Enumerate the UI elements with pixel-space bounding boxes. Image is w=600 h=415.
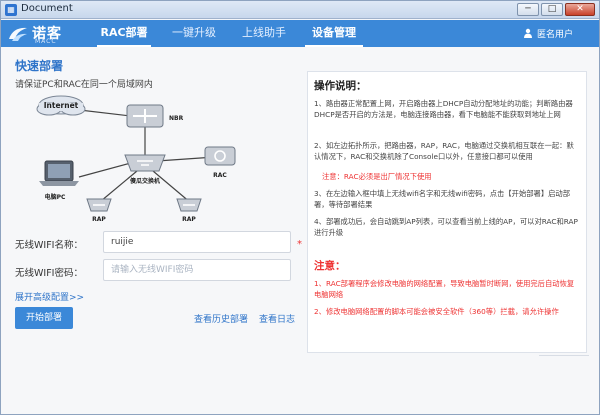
user-name: 匿名用户: [536, 30, 573, 40]
advanced-config-link[interactable]: 展开高级配置>>: [15, 290, 84, 303]
minimize-button[interactable]: ─: [517, 3, 539, 16]
instruction-step-1: 1、路由器正常配置上网，开启路由器上DHCP自动分配地址的功能；判断路由器DHC…: [314, 99, 573, 119]
start-deploy-button[interactable]: 开始部署: [15, 307, 73, 329]
user-menu[interactable]: 匿名用户: [523, 27, 573, 40]
maximize-button[interactable]: □: [541, 3, 563, 16]
top-nav: 诺客 MACC RAC部署 一键升级 上线助手 设备管理 匿名用户: [1, 20, 599, 47]
log-link[interactable]: 查看日志: [259, 312, 295, 325]
diagram-internet-label: Internet: [44, 101, 79, 110]
window-controls: ─ □ ✕: [517, 3, 595, 16]
attention-title: 注意：: [314, 260, 346, 272]
password-label: 无线WIFI密码：: [15, 268, 83, 279]
instructions-panel: 操作说明： 1、路由器正常配置上网，开启路由器上DHCP自动分配地址的功能；判断…: [307, 71, 587, 353]
section-title: 快速部署: [15, 59, 64, 73]
tab-rac-deploy[interactable]: RAC部署: [93, 20, 155, 47]
logo-mark-icon: [9, 27, 27, 41]
diagram-nbr-label: NBR: [169, 115, 184, 122]
required-mark: *: [297, 239, 302, 250]
app-window: ▦ Document ─ □ ✕ 诺客 MACC RAC部署 一键升级 上线助手…: [0, 0, 600, 415]
logo-subtext: MACC: [35, 38, 57, 45]
warning-1: 1、RAC部署程序会修改电脑的网络配置，导致电脑暂时断网，使用完后自动恢复电脑网…: [314, 279, 575, 299]
instructions-title: 操作说明：: [314, 80, 367, 92]
diagram-rac-label: RAC: [213, 172, 227, 179]
instruction-step-4: 4、部署成功后，会自动跳到AP列表，可以查看当前上线的AP，可以对RAC和RAP…: [314, 217, 578, 237]
user-icon: [523, 28, 532, 38]
tab-upgrade[interactable]: 一键升级: [163, 20, 225, 47]
instruction-step-2: 2、如左边拓扑所示，把路由器，RAP，RAC，电脑通过交换机相互联在一起：默认情…: [314, 141, 574, 161]
divider: [539, 355, 589, 356]
tab-online-assistant[interactable]: 上线助手: [233, 20, 295, 47]
history-link[interactable]: 查看历史部署: [194, 312, 248, 325]
close-button[interactable]: ✕: [565, 3, 595, 16]
title-bar[interactable]: ▦ Document ─ □ ✕: [1, 1, 599, 19]
rap-ap-icon: [86, 198, 112, 212]
diagram-rap-label-2: RAP: [182, 216, 196, 223]
logo: 诺客 MACC: [7, 22, 75, 46]
section-subtitle: 请保证PC和RAC在同一个局域网内: [15, 80, 153, 90]
warning-2: 2、修改电脑网络配置的脚本可能会被安全软件（360等）拦截，请允许操作: [314, 307, 559, 316]
ssid-input[interactable]: [103, 231, 291, 253]
ssid-label: 无线WIFI名称：: [15, 240, 83, 251]
window-title: Document: [21, 3, 73, 14]
pc-laptop-icon: [39, 160, 79, 186]
instruction-step-3: 3、在左边输入框中填上无线wifi名字和无线wifi密码，点击【开始部署】启动部…: [314, 189, 571, 209]
rap-ap-icon: [176, 198, 202, 212]
switch-icon: [124, 154, 166, 172]
rac-device-icon: [204, 146, 236, 166]
tab-device-management[interactable]: 设备管理: [301, 20, 367, 47]
app-icon: ▦: [5, 4, 17, 16]
main-content: 快速部署 请保证PC和RAC在同一个局域网内 Internet NBR 电脑PC…: [1, 47, 599, 414]
password-input[interactable]: [103, 259, 291, 281]
instruction-step-2-note: 注意：RAC必须是出厂情况下使用: [322, 172, 432, 181]
diagram-rap-label-1: RAP: [92, 216, 106, 223]
network-topology-diagram: Internet NBR 电脑PC 傻瓜交换机 RAC RAP RAP: [36, 95, 236, 223]
diagram-switch-label: 傻瓜交换机: [129, 177, 160, 185]
diagram-pc-label: 电脑PC: [45, 193, 66, 201]
nbr-router-icon: [126, 104, 164, 128]
